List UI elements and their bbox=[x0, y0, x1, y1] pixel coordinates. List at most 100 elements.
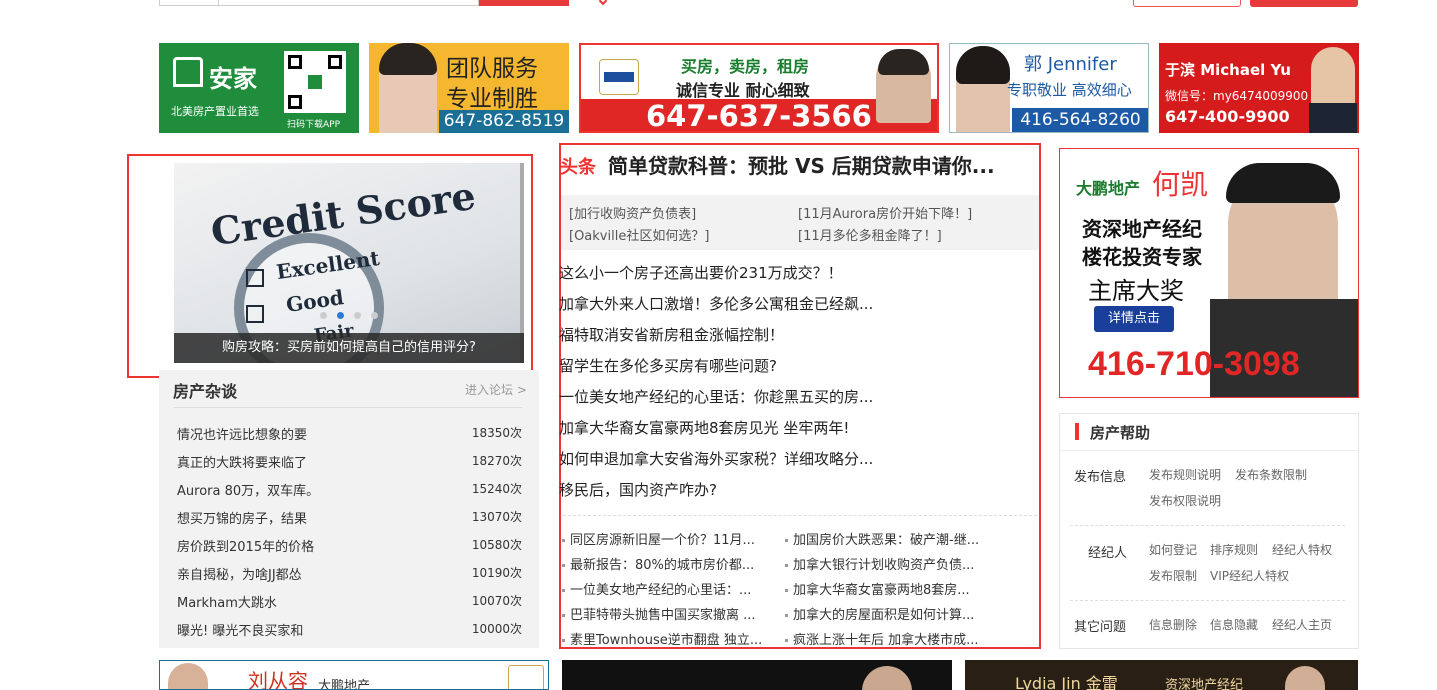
carousel-dot[interactable] bbox=[371, 312, 378, 319]
help-link[interactable]: 排序规则 bbox=[1210, 541, 1258, 558]
divider bbox=[563, 515, 1037, 516]
tag-link[interactable]: [加行收购资产负债表] bbox=[569, 203, 696, 222]
bullet-icon bbox=[562, 564, 565, 567]
bottom-ad-lydia[interactable]: Lydia Jin 金雷 资深地产经纪 bbox=[965, 660, 1358, 690]
team-line2: 专业制胜 bbox=[446, 86, 538, 112]
small-news-text: 加国房价大跌恶果：破产潮-继... bbox=[793, 533, 980, 548]
search-category-select[interactable] bbox=[159, 0, 219, 6]
small-news-item[interactable]: 疯涨上涨十年后 加拿大楼市成... bbox=[785, 629, 979, 648]
forum-list-item[interactable]: 曝光! 曝光不良买家和 10000次 bbox=[177, 620, 522, 640]
tag-link[interactable]: [Oakville社区如何选？] bbox=[569, 225, 709, 244]
forum-item-title: 情况也许远比想象的要 bbox=[177, 428, 308, 443]
small-news-text: 疯涨上涨十年后 加拿大楼市成... bbox=[793, 633, 979, 648]
forum-list-item[interactable]: Aurora 80万，双车库。 15240次 bbox=[177, 480, 522, 500]
forum-item-title: Aurora 80万，双车库。 bbox=[177, 484, 320, 499]
house-logo-icon bbox=[173, 57, 203, 87]
carousel-dot[interactable] bbox=[320, 312, 327, 319]
small-news-item[interactable]: 加国房价大跌恶果：破产潮-继... bbox=[785, 529, 979, 548]
news-item[interactable]: 移民后，国内资产咋办? bbox=[559, 479, 717, 500]
small-news-item[interactable]: 一位美女地产经纪的心里话：... bbox=[562, 579, 751, 598]
divider bbox=[1070, 600, 1345, 601]
news-item[interactable]: 一位美女地产经纪的心里话：你趁黑五买的房... bbox=[559, 386, 873, 407]
forum-more-link[interactable]: 进入论坛 > bbox=[465, 381, 527, 398]
bullet-icon bbox=[785, 589, 788, 592]
small-news-text: 一位美女地产经纪的心里话：... bbox=[570, 583, 752, 598]
help-cat: 发布信息 bbox=[1074, 470, 1127, 485]
bullet-icon bbox=[562, 539, 565, 542]
homelife-logo-icon bbox=[599, 59, 639, 95]
news-item[interactable]: 加拿大华裔女富豪两地8套房见光 坐牢两年! bbox=[559, 417, 849, 438]
forum-item-title: 亲自揭秘，为啥JJ都怂 bbox=[177, 568, 302, 583]
forum-list-item[interactable]: 想买万锦的房子，结果 13070次 bbox=[177, 508, 522, 528]
search-input[interactable] bbox=[219, 0, 479, 6]
banner-anjia-app[interactable]: 安家 北美房产置业首选 扫码下载APP bbox=[159, 43, 359, 133]
help-panel bbox=[1059, 413, 1359, 649]
banner-homelife[interactable]: 买房，卖房，租房 诚信专业 耐心细致 647-637-3566 bbox=[579, 43, 939, 133]
headline-tag: 头条 bbox=[560, 157, 596, 178]
carousel-dot[interactable] bbox=[354, 312, 361, 319]
help-link[interactable]: 如何登记 bbox=[1149, 541, 1197, 558]
team-line1: 团队服务 bbox=[446, 56, 538, 82]
forum-list-item[interactable]: 亲自揭秘，为啥JJ都怂 10190次 bbox=[177, 564, 522, 584]
news-item[interactable]: 福特取消安省新房租金涨幅控制！ bbox=[559, 324, 784, 345]
news-item[interactable]: 加拿大外来人口激增！多伦多公寓租金已经飙... bbox=[559, 293, 873, 314]
help-link[interactable]: 发布权限说明 bbox=[1149, 492, 1221, 509]
bullet-icon bbox=[785, 564, 788, 567]
small-news-item[interactable]: 加拿大的房屋面积是如何计算... bbox=[785, 604, 974, 623]
view-count: 10070次 bbox=[471, 594, 522, 608]
forum-list-item[interactable]: 真正的大跌将要来临了 18270次 bbox=[177, 452, 522, 472]
help-link[interactable]: 经纪人主页 bbox=[1272, 616, 1332, 633]
news-item[interactable]: 这么小一个房子还高出要价231万成交？！ bbox=[559, 262, 843, 283]
jennifer-phone: 416-564-8260 bbox=[1012, 108, 1148, 132]
michael-name: 于滨 Michael Yu bbox=[1165, 61, 1291, 79]
help-link[interactable]: 发布限制 bbox=[1149, 567, 1197, 584]
small-news-item[interactable]: 素里Townhouse逆市翻盘 独立... bbox=[562, 629, 762, 648]
ad-agent-name: 何凯 bbox=[1152, 168, 1209, 201]
checkbox-icon bbox=[246, 305, 264, 323]
small-news-item[interactable]: 加拿大银行计划收购资产负债... bbox=[785, 554, 974, 573]
ad-phone: 416-710-3098 bbox=[1088, 345, 1300, 383]
forum-list-item[interactable]: Markham大跳水 10070次 bbox=[177, 592, 522, 612]
tag-link[interactable]: [11月多伦多租金降了！] bbox=[798, 225, 942, 244]
help-link[interactable]: 信息删除 bbox=[1149, 616, 1197, 633]
help-link[interactable]: 信息隐藏 bbox=[1210, 616, 1258, 633]
banner-michael-yu[interactable]: 于滨 Michael Yu 微信号：my6474009900 647-400-9… bbox=[1159, 43, 1359, 133]
jennifer-slogan: 专职敬业 高效细心 bbox=[1007, 81, 1132, 99]
search-button[interactable] bbox=[479, 0, 569, 6]
view-count: 10580次 bbox=[471, 538, 522, 552]
news-item[interactable]: 如何申退加拿大安省海外买家税？详细攻略分... bbox=[559, 448, 873, 469]
small-news-item[interactable]: 最新报告：80%的城市房价都... bbox=[562, 554, 754, 573]
login-button[interactable] bbox=[1133, 0, 1241, 7]
help-link[interactable]: VIP经纪人特权 bbox=[1210, 567, 1289, 584]
ad-detail-button[interactable]: 详情点击 bbox=[1094, 306, 1174, 332]
help-link[interactable]: 经纪人特权 bbox=[1272, 541, 1332, 558]
qr-caption: 扫码下载APP bbox=[287, 120, 341, 130]
post-button[interactable] bbox=[1250, 0, 1358, 7]
bullet-icon bbox=[562, 614, 565, 617]
divider bbox=[1070, 525, 1345, 526]
small-news-item[interactable]: 同区房源新旧屋一个价？11月... bbox=[562, 529, 755, 548]
right-ad-banner[interactable]: 大鹏地产 何凯 资深地产经纪 楼花投资专家 主席大奖 详情点击 416-710-… bbox=[1059, 148, 1359, 398]
headline-title[interactable]: 简单贷款科普：预批 VS 后期贷款申请你... bbox=[608, 150, 995, 179]
michael-wechat: 微信号：my6474009900 bbox=[1165, 89, 1309, 103]
small-news-item[interactable]: 加拿大华裔女富豪两地8套房... bbox=[785, 579, 970, 598]
carousel-caption[interactable]: 购房攻略：买房前如何提高自己的信用评分? bbox=[174, 333, 524, 363]
checkbox-icon bbox=[246, 269, 264, 287]
small-news-text: 最新报告：80%的城市房价都... bbox=[570, 558, 755, 573]
ad-line2: 楼花投资专家 bbox=[1082, 245, 1202, 269]
banner-jennifer[interactable]: 郭 Jennifer 专职敬业 高效细心 416-564-8260 bbox=[949, 43, 1149, 133]
bottom-ad-middle[interactable] bbox=[562, 660, 952, 690]
view-count: 10000次 bbox=[471, 622, 522, 636]
forum-list-item[interactable]: 房价跌到2015年的价格 10580次 bbox=[177, 536, 522, 556]
carousel-dot-active[interactable] bbox=[337, 312, 344, 319]
small-news-item[interactable]: 巴菲特带头抛售中国买家撤离 ... bbox=[562, 604, 756, 623]
news-item[interactable]: 留学生在多伦多买房有哪些问题? bbox=[559, 355, 777, 376]
banner-team-service[interactable]: 团队服务 专业制胜 647-862-8519 bbox=[369, 43, 569, 133]
help-link[interactable]: 发布条数限制 bbox=[1235, 466, 1307, 483]
help-link[interactable]: 发布规则说明 bbox=[1149, 466, 1221, 483]
tag-link[interactable]: [11月Aurora房价开始下降！] bbox=[798, 203, 972, 222]
forum-item-title: Markham大跳水 bbox=[177, 596, 277, 611]
bottom-ad-liu[interactable]: 刘从容 大鹏地产 bbox=[159, 660, 549, 690]
forum-title: 房产杂谈 bbox=[173, 382, 238, 401]
forum-list-item[interactable]: 情况也许远比想象的要 18350次 bbox=[177, 424, 522, 444]
